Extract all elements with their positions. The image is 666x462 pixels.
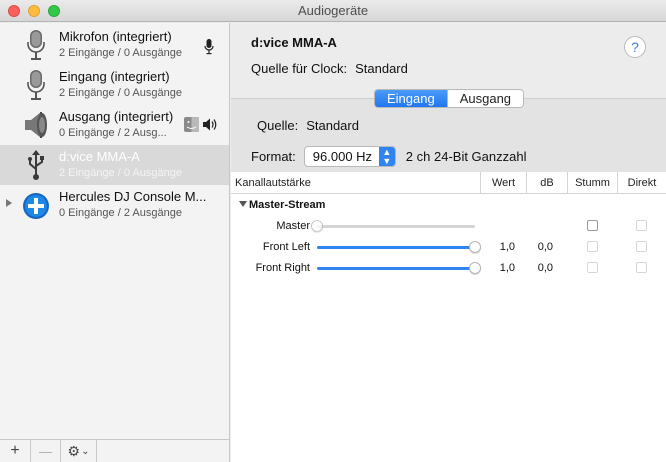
chevron-down-icon: ⌄: [81, 445, 90, 457]
device-io: 2 Eingänge / 0 Ausgänge: [59, 167, 182, 179]
aggregate-plus-icon: [23, 193, 49, 219]
format-description: 2 ch 24-Bit Ganzzahl: [405, 149, 527, 164]
mute-checkbox[interactable]: [587, 220, 598, 231]
device-io: 2 Eingänge / 0 Ausgänge: [59, 47, 182, 59]
channel-label: Front Left: [262, 241, 310, 253]
clock-source: Quelle für Clock: Standard: [251, 61, 408, 76]
device-item-mikrofon[interactable]: Mikrofon (integriert) 2 Eingänge / 0 Aus…: [0, 25, 229, 65]
microphone-badge-icon: [204, 39, 214, 55]
mute-checkbox[interactable]: [587, 262, 598, 273]
table-header: Kanallautstärke Wert dB Stumm Direkt: [231, 172, 666, 194]
device-item-ausgang[interactable]: Ausgang (integriert) 0 Eingänge / 2 Ausg…: [0, 105, 229, 145]
thru-checkbox[interactable]: [636, 241, 647, 252]
wert-value: 1,0: [499, 241, 515, 253]
volume-slider-knob[interactable]: [469, 262, 481, 274]
volume-slider[interactable]: [317, 241, 481, 253]
table-row: Master: [231, 216, 666, 237]
volume-slider-knob[interactable]: [311, 220, 323, 232]
gear-icon: ⚙: [67, 442, 81, 459]
speaker-icon: [25, 112, 47, 138]
device-item-eingang[interactable]: Eingang (integriert) 2 Eingänge / 0 Ausg…: [0, 65, 229, 105]
volume-slider-fill: [317, 246, 475, 249]
db-value: 0,0: [537, 241, 553, 253]
tab-ausgang[interactable]: Ausgang: [446, 90, 524, 107]
format-select[interactable]: 96.000 Hz ▲ ▼: [303, 146, 396, 167]
action-menu-button[interactable]: ⚙ ⌄: [61, 440, 97, 462]
disclosure-triangle-icon: [239, 201, 247, 207]
group-master-stream[interactable]: Master-Stream: [239, 199, 325, 211]
channel-label: Master: [276, 220, 310, 232]
column-header-wert[interactable]: Wert: [480, 172, 526, 194]
add-device-button[interactable]: +: [0, 440, 31, 462]
updown-chevron-icon: ▲ ▼: [378, 147, 395, 166]
column-header-db[interactable]: dB: [526, 172, 567, 194]
device-io: 0 Eingänge / 2 Ausg...: [59, 127, 167, 139]
source-label: Quelle:: [257, 118, 299, 133]
column-header-direkt[interactable]: Direkt: [617, 172, 666, 194]
db-value: 0,0: [537, 262, 553, 274]
microphone-icon: [27, 30, 45, 60]
device-title: d:vice MMA-A: [251, 35, 337, 50]
finder-icon: [184, 117, 199, 132]
device-io: 2 Eingänge / 0 Ausgänge: [59, 87, 182, 99]
volume-slider[interactable]: [311, 220, 475, 232]
wert-value: 1,0: [499, 262, 515, 274]
plus-icon: +: [10, 442, 20, 459]
column-header-stumm[interactable]: Stumm: [567, 172, 617, 194]
thru-checkbox[interactable]: [636, 262, 647, 273]
source-row: Quelle: Standard: [257, 118, 359, 133]
clock-source-label: Quelle für Clock:: [251, 61, 348, 76]
minus-icon: —: [39, 443, 52, 459]
usb-icon: [28, 150, 44, 180]
volume-slider[interactable]: [317, 262, 481, 274]
remove-device-button[interactable]: —: [31, 440, 61, 462]
volume-slider-fill: [317, 267, 475, 270]
device-detail-pane: d:vice MMA-A Quelle für Clock: Standard ?…: [231, 23, 666, 462]
microphone-icon: [27, 70, 45, 100]
help-button[interactable]: ?: [624, 36, 646, 58]
device-name: Ausgang (integriert): [59, 109, 174, 124]
device-list: Mikrofon (integriert) 2 Eingänge / 0 Aus…: [0, 23, 230, 439]
channel-label: Front Right: [255, 262, 310, 274]
device-name: Hercules DJ Console M...: [59, 189, 207, 204]
device-name: Eingang (integriert): [59, 69, 170, 84]
mute-checkbox[interactable]: [587, 241, 598, 252]
channel-volume-table: Kanallautstärke Wert dB Stumm Direkt Mas…: [231, 172, 666, 462]
clock-source-popup[interactable]: Standard: [355, 61, 408, 76]
title-bar: Audiogeräte: [0, 0, 666, 22]
speaker-volume-icon: [203, 118, 217, 131]
volume-slider-knob[interactable]: [469, 241, 481, 253]
table-row: Front Left 1,0 0,0: [231, 237, 666, 258]
device-io: 0 Eingänge / 2 Ausgänge: [59, 207, 182, 219]
table-row: Front Right 1,0 0,0: [231, 258, 666, 279]
device-name: d:vice MMA-A: [59, 149, 140, 164]
direction-tabs: Eingang Ausgang: [374, 89, 525, 108]
tab-eingang[interactable]: Eingang: [375, 90, 447, 107]
device-list-toolbar: + — ⚙ ⌄: [0, 439, 230, 462]
audio-devices-window: Audiogeräte Mikrofon (integriert) 2 Eing…: [0, 0, 666, 462]
source-value: Standard: [306, 118, 359, 133]
thru-checkbox[interactable]: [636, 220, 647, 231]
format-select-value: 96.000 Hz: [312, 149, 373, 164]
window-title: Audiogeräte: [297, 3, 369, 18]
device-item-hercules[interactable]: Hercules DJ Console M... 0 Eingänge / 2 …: [0, 185, 229, 225]
device-item-dvice-mma-a[interactable]: d:vice MMA-A 2 Eingänge / 0 Ausgänge: [0, 145, 229, 185]
group-label: Master-Stream: [249, 199, 326, 211]
device-name: Mikrofon (integriert): [59, 29, 172, 44]
column-header-kanallautstaerke[interactable]: Kanallautstärke: [231, 172, 480, 194]
format-label: Format:: [251, 149, 296, 164]
disclosure-triangle-icon[interactable]: [6, 199, 12, 207]
format-row: Format: 96.000 Hz ▲ ▼ 2 ch 24-Bit Ganzzah…: [251, 146, 526, 167]
